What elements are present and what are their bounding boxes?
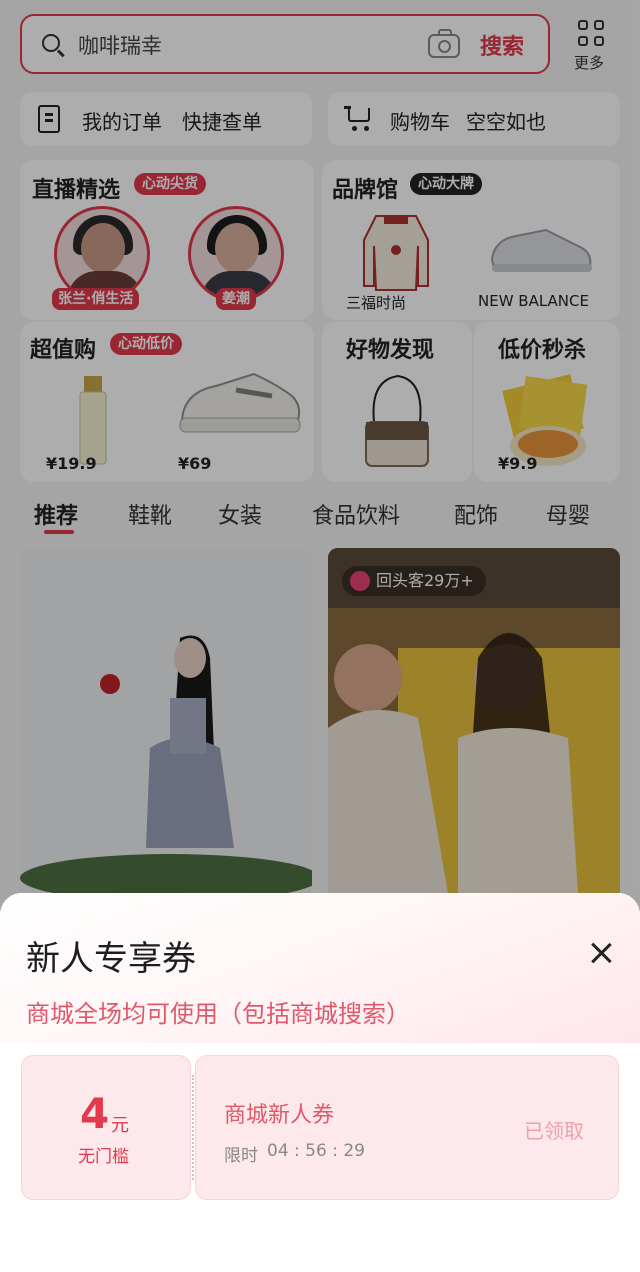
sheet-title: 新人专享券 — [26, 939, 196, 979]
coupon-amount: 4 — [80, 1089, 110, 1138]
claimed-status: 已领取 — [524, 1119, 584, 1143]
coupon-divider — [192, 1075, 194, 1180]
sheet-subtitle: 商城全场均可使用（包括商城搜索） — [26, 1000, 410, 1028]
coupon-unit: 元 — [111, 1115, 129, 1136]
mall-home-page: 咖啡瑞幸 搜索 更多 我的订单 快捷查单 购物车 空空如也 直播精选 心动尖货 … — [0, 0, 640, 1272]
coupon-timer-label: 限时 — [224, 1146, 258, 1166]
close-icon[interactable] — [588, 940, 614, 966]
coupon-threshold: 无门槛 — [78, 1147, 129, 1167]
coupon-timer: 04 : 56 : 29 — [267, 1141, 365, 1161]
coupon-name: 商城新人券 — [224, 1103, 335, 1128]
